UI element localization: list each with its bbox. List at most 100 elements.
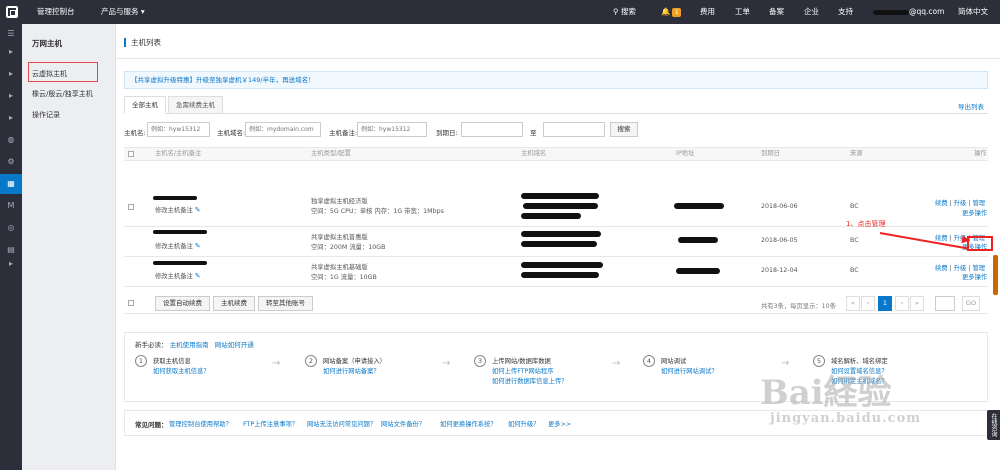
expand-arrow-icon[interactable]: ▸ bbox=[0, 108, 22, 128]
language-switch[interactable]: 简体中文 bbox=[958, 0, 988, 24]
m-icon[interactable]: M bbox=[0, 196, 22, 216]
auto-renew-button[interactable]: 设置自动续费 bbox=[155, 296, 210, 311]
row-checkbox[interactable] bbox=[128, 204, 134, 210]
table-row: 修改主机备注 ✎ 共享虚拟主机普惠版 空间：200M 流量：10GB 2018-… bbox=[124, 227, 988, 257]
step-link[interactable]: 如何进行网站调试？ bbox=[661, 366, 718, 375]
tab-renew-hosts[interactable]: 急需续费主机 bbox=[168, 96, 223, 114]
site-open-link[interactable]: 网站如何开通 bbox=[215, 341, 254, 349]
go-button[interactable]: GO bbox=[962, 296, 980, 311]
sidebar-item-virtual-host[interactable]: 云虚拟主机 bbox=[32, 69, 67, 79]
edit-remark[interactable]: 修改主机备注 ✎ bbox=[155, 205, 201, 214]
select-all-checkbox[interactable] bbox=[128, 151, 134, 157]
more-ops-link[interactable]: 更多操作 bbox=[962, 208, 987, 217]
step-link[interactable]: 如何上传FTP网站程序 bbox=[492, 366, 554, 375]
host-name-label: 主机名: bbox=[124, 129, 146, 137]
source: BC bbox=[850, 237, 859, 244]
domain-input[interactable] bbox=[245, 122, 321, 137]
faq-link[interactable]: FTP上传注意事项？ bbox=[243, 419, 298, 428]
remark-input[interactable] bbox=[357, 122, 427, 137]
scrollbar-thumb[interactable] bbox=[993, 255, 998, 295]
products-menu[interactable]: 产品与服务 ▾ bbox=[101, 0, 145, 24]
expand-arrow-icon[interactable]: ▸ bbox=[0, 64, 22, 84]
subnav-title: 万网主机 bbox=[32, 39, 62, 48]
step-number: 1 bbox=[135, 355, 147, 367]
tab-all-hosts[interactable]: 全部主机 bbox=[124, 96, 166, 114]
top-bar: 管理控制台 产品与服务 ▾ ⚲ 搜索 🔔 1 费用 工单 备案 企业 支持 @qq… bbox=[0, 0, 1000, 24]
online-consult-tab[interactable]: 在线咨询 bbox=[987, 410, 1000, 440]
step-link[interactable]: 如何获取主机信息？ bbox=[153, 366, 210, 375]
pencil-icon: ✎ bbox=[194, 206, 201, 214]
export-list-link[interactable]: 导出列表 bbox=[958, 101, 984, 111]
hosting-icon[interactable]: ▦ bbox=[0, 174, 22, 194]
support-link[interactable]: 支持 bbox=[838, 0, 853, 24]
globe-icon[interactable]: ◍ bbox=[0, 130, 22, 150]
expire-start-input[interactable] bbox=[461, 122, 523, 137]
tickets-link[interactable]: 工单 bbox=[735, 0, 750, 24]
edit-remark[interactable]: 修改主机备注 ✎ bbox=[155, 241, 201, 250]
notifications-button[interactable]: 🔔 1 bbox=[661, 0, 682, 24]
beian-link[interactable]: 备案 bbox=[769, 0, 784, 24]
more-ops-label: 更多操作 bbox=[962, 274, 988, 281]
enterprise-link[interactable]: 企业 bbox=[804, 0, 819, 24]
expand-arrow-icon[interactable]: ▸ bbox=[0, 86, 22, 106]
sidebar-item-operation-log[interactable]: 操作记录 bbox=[32, 110, 60, 120]
page-1-button[interactable]: 1 bbox=[878, 296, 892, 311]
redacted-domain bbox=[521, 213, 581, 219]
fees-link[interactable]: 费用 bbox=[700, 0, 715, 24]
faq-link[interactable]: 如何升级？ bbox=[508, 419, 539, 428]
expand-arrow-icon[interactable]: ▸ bbox=[0, 42, 22, 62]
faq-link[interactable]: 更多>> bbox=[548, 419, 571, 428]
search-filter-button[interactable]: 搜索 bbox=[610, 122, 638, 137]
faq-link[interactable]: 如何更换操作系统？ bbox=[440, 419, 497, 428]
account-menu[interactable]: @qq.com bbox=[873, 0, 944, 24]
tutorial-annotation: 1、点击管理 bbox=[846, 220, 886, 228]
edit-remark[interactable]: 修改主机备注 ✎ bbox=[155, 271, 201, 280]
pencil-icon: ✎ bbox=[194, 242, 201, 250]
source: BC bbox=[850, 267, 859, 274]
to-label: 至 bbox=[530, 129, 537, 137]
cloud-icon[interactable]: ◎ bbox=[0, 218, 22, 238]
console-link[interactable]: 管理控制台 bbox=[37, 0, 75, 24]
search-button[interactable]: ⚲ 搜索 bbox=[613, 0, 636, 24]
transfer-account-button[interactable]: 转至其他账号 bbox=[258, 296, 313, 311]
col-ops: 操作 bbox=[974, 150, 987, 157]
col-source: 来源 bbox=[850, 150, 863, 157]
renew-link[interactable]: 续费 bbox=[935, 235, 948, 242]
table-footer: 设置自动续费 主机续费 转至其他账号 共有3条，每页显示：10条 « ‹ 1 ›… bbox=[124, 294, 988, 314]
aliyun-logo-icon[interactable] bbox=[6, 6, 18, 18]
upgrade-link[interactable]: 升级 bbox=[954, 265, 967, 272]
step-link[interactable]: 如何进行数据库信息上传？ bbox=[492, 376, 568, 385]
redacted-domain bbox=[521, 231, 601, 237]
renew-link[interactable]: 续费 bbox=[935, 200, 948, 207]
faq-link[interactable]: 网站文件备份？ bbox=[381, 419, 425, 428]
expire-end-input[interactable] bbox=[543, 122, 605, 137]
col-ip: IP地址 bbox=[676, 150, 695, 157]
account-label: @qq.com bbox=[909, 7, 945, 16]
divider bbox=[116, 58, 1000, 59]
settings-icon[interactable]: ⚙ bbox=[0, 152, 22, 172]
step-link[interactable]: 如何进行网站备案？ bbox=[323, 366, 380, 375]
host-name-input[interactable] bbox=[147, 122, 210, 137]
faq-link[interactable]: 网站无法访问常见问题？ bbox=[307, 419, 376, 428]
manage-link[interactable]: 管理 bbox=[972, 265, 985, 272]
manage-link[interactable]: 管理 bbox=[972, 200, 985, 207]
prev-page-button[interactable]: ‹ bbox=[861, 296, 875, 311]
first-page-button[interactable]: « bbox=[846, 296, 860, 311]
host-guide-link[interactable]: 主机使用指南 bbox=[170, 341, 209, 349]
footer-select-all-checkbox[interactable] bbox=[128, 300, 134, 306]
menu-icon[interactable]: ☰ bbox=[0, 24, 22, 44]
notification-badge: 1 bbox=[672, 7, 682, 17]
last-page-button[interactable]: » bbox=[910, 296, 924, 311]
faq-link[interactable]: 管理控制台使用帮助？ bbox=[169, 419, 232, 428]
pencil-icon: ✎ bbox=[194, 272, 201, 280]
next-page-button[interactable]: › bbox=[895, 296, 909, 311]
promo-notice[interactable]: 【共享虚拟升级特惠】升级至独享虚机￥149/半年，再送域名！ bbox=[124, 71, 988, 89]
expand-arrow-icon[interactable]: ▸ bbox=[0, 254, 22, 274]
upgrade-link[interactable]: 升级 bbox=[954, 200, 967, 207]
renew-link[interactable]: 续费 bbox=[935, 265, 948, 272]
page-number-input[interactable] bbox=[935, 296, 955, 311]
guide-title: 新手必读： 主机使用指南 网站如何开通 bbox=[135, 339, 254, 349]
renew-button[interactable]: 主机续费 bbox=[213, 296, 255, 311]
sidebar-item-dedicated-host[interactable]: 橡云/殷云/独享主机 bbox=[32, 89, 93, 99]
more-ops-link[interactable]: 更多操作 bbox=[962, 272, 987, 281]
